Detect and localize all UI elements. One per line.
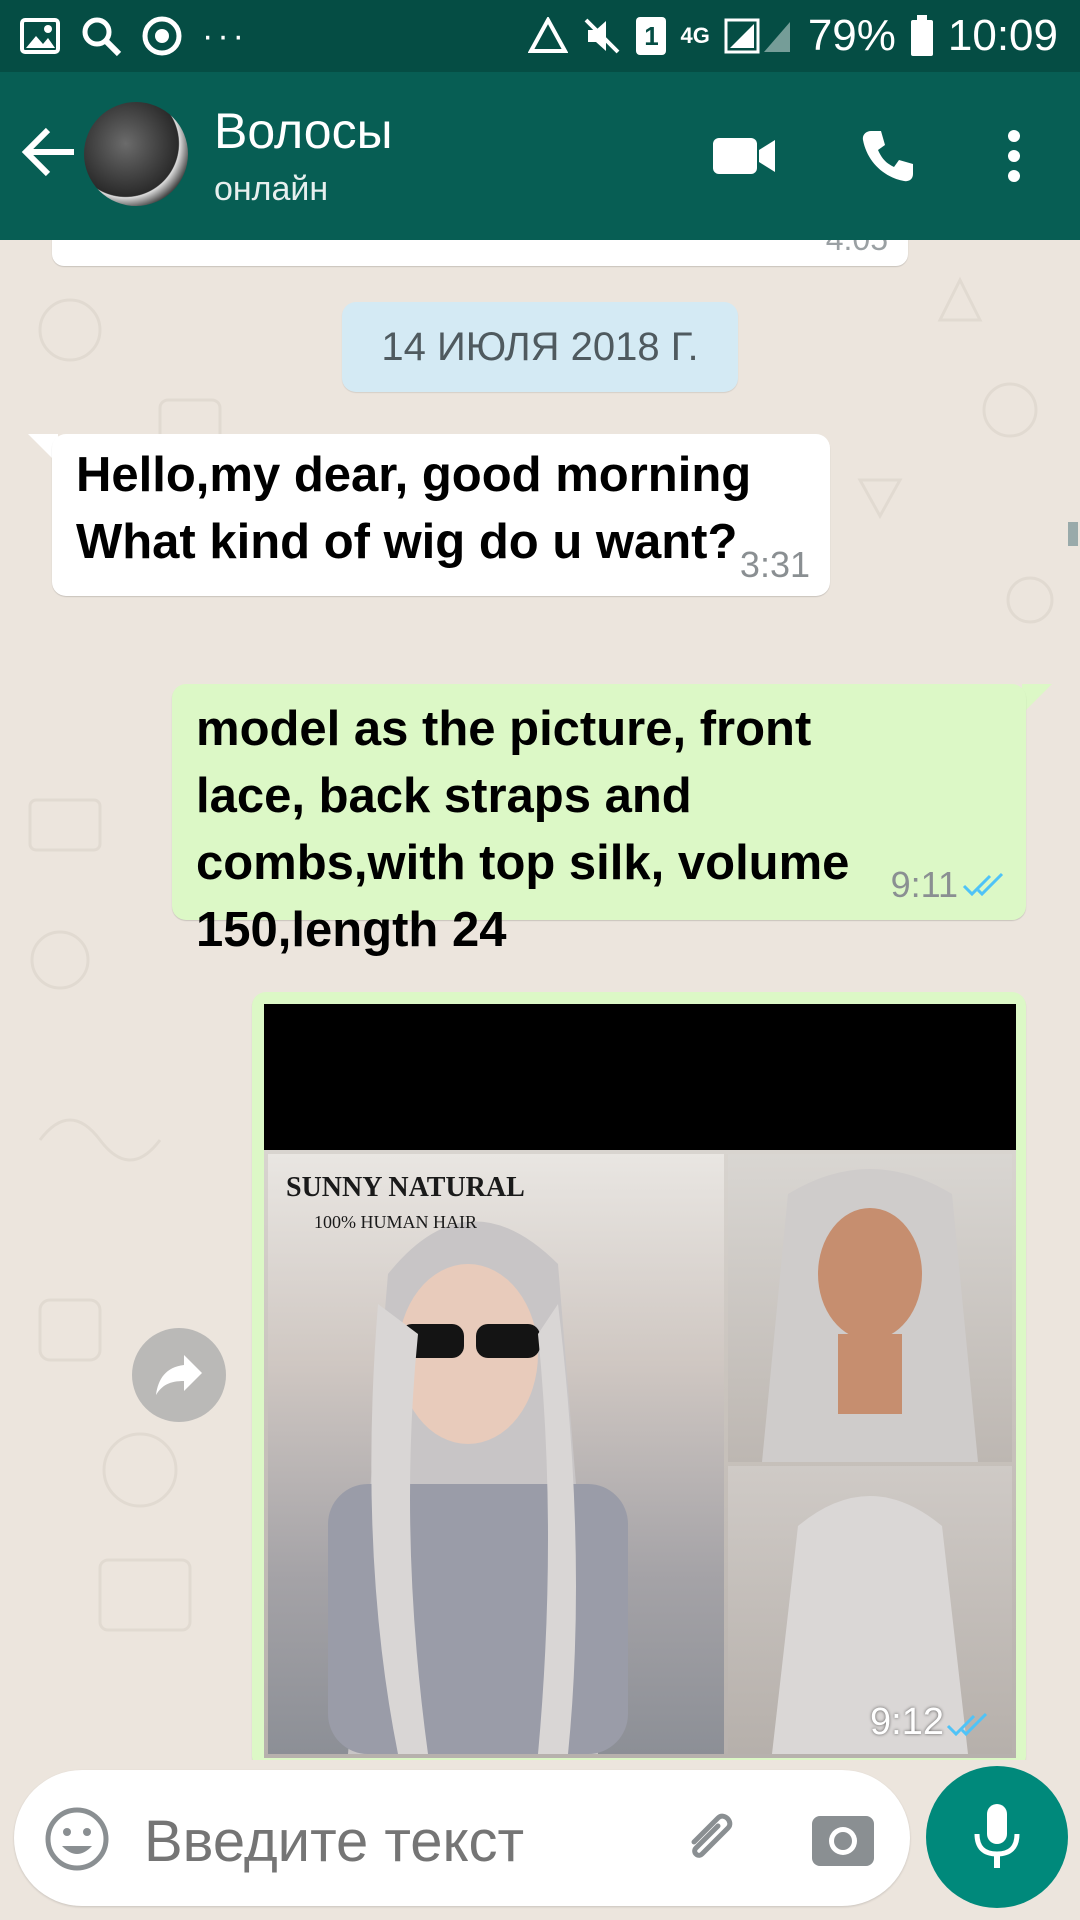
message-time: 4:05 — [826, 240, 888, 258]
status-time: 10:09 — [947, 11, 1058, 60]
message-text: model as the picture, front lace, back s… — [196, 702, 850, 957]
chat-header: Волосы онлайн — [0, 72, 1080, 240]
recycle-icon — [528, 17, 569, 53]
attach-icon[interactable] — [674, 1802, 746, 1874]
bubble-tail — [1022, 684, 1052, 714]
read-ticks-icon — [946, 1712, 988, 1737]
video-call-icon — [713, 138, 775, 174]
incoming-message[interactable]: Hello,my dear, good morning What kind of… — [52, 434, 830, 596]
outgoing-image-message[interactable]: SUNNY NATURAL 100% HUMAN HAIR 9:12 — [252, 992, 1026, 1760]
chat-area[interactable]: 4:05 14 ИЮЛЯ 2018 Г. Hello,my dear, good… — [0, 240, 1080, 1760]
back-arrow-icon[interactable] — [18, 120, 82, 184]
image-attachment[interactable]: SUNNY NATURAL 100% HUMAN HAIR 9:12 — [264, 1004, 1016, 1758]
message-time: 3:31 — [739, 544, 810, 585]
model-illustration — [328, 1221, 628, 1754]
date-separator: 14 ИЮЛЯ 2018 Г. — [342, 302, 738, 392]
sim-icon: 1 — [636, 17, 667, 55]
wig-photo: SUNNY NATURAL 100% HUMAN HAIR — [264, 1150, 1016, 1758]
camera-icon[interactable] — [810, 1806, 876, 1872]
voice-message-button[interactable] — [926, 1766, 1068, 1908]
avatar[interactable] — [84, 102, 188, 206]
battery-percent: 79% — [807, 11, 896, 60]
message-time: 9:12 — [870, 1701, 944, 1743]
battery-icon — [910, 15, 933, 56]
forward-button[interactable] — [132, 1328, 226, 1422]
image-brand-subtext: 100% HUMAN HAIR — [314, 1212, 477, 1232]
photo-mannequin-front — [728, 1154, 1012, 1462]
search-icon — [82, 17, 122, 57]
signal-icon — [724, 18, 790, 54]
message-time: 9:11 — [890, 864, 958, 905]
contact-name[interactable]: Волосы — [214, 102, 393, 160]
phone-icon — [862, 131, 913, 182]
more-notifications-icon: ··· — [202, 16, 248, 55]
message-text: Hello,my dear, good morning What kind of… — [76, 448, 752, 569]
contact-status: онлайн — [214, 170, 329, 208]
status-bar: ··· 1 4G 79% 10:09 — [0, 0, 1080, 72]
chrome-icon — [142, 16, 182, 56]
message-composer[interactable] — [14, 1770, 910, 1906]
mute-icon — [585, 18, 620, 54]
forward-icon — [156, 1355, 202, 1395]
mic-icon — [974, 1804, 1020, 1868]
previous-message-bubble[interactable]: 4:05 — [52, 240, 908, 266]
image-brand-text: SUNNY NATURAL — [286, 1172, 525, 1203]
voice-call-button[interactable] — [848, 116, 928, 196]
emoji-icon[interactable] — [44, 1806, 110, 1872]
read-ticks-icon — [962, 872, 1004, 897]
network-type: 4G — [680, 23, 710, 48]
overflow-menu-button[interactable] — [974, 116, 1054, 196]
message-input[interactable] — [144, 1806, 644, 1876]
scrollbar[interactable] — [1068, 522, 1078, 546]
overflow-menu-icon — [1008, 130, 1020, 182]
video-call-button[interactable] — [704, 116, 784, 196]
gallery-icon — [20, 18, 60, 54]
photo-model — [268, 1154, 724, 1754]
outgoing-message[interactable]: model as the picture, front lace, back s… — [172, 684, 1026, 957]
